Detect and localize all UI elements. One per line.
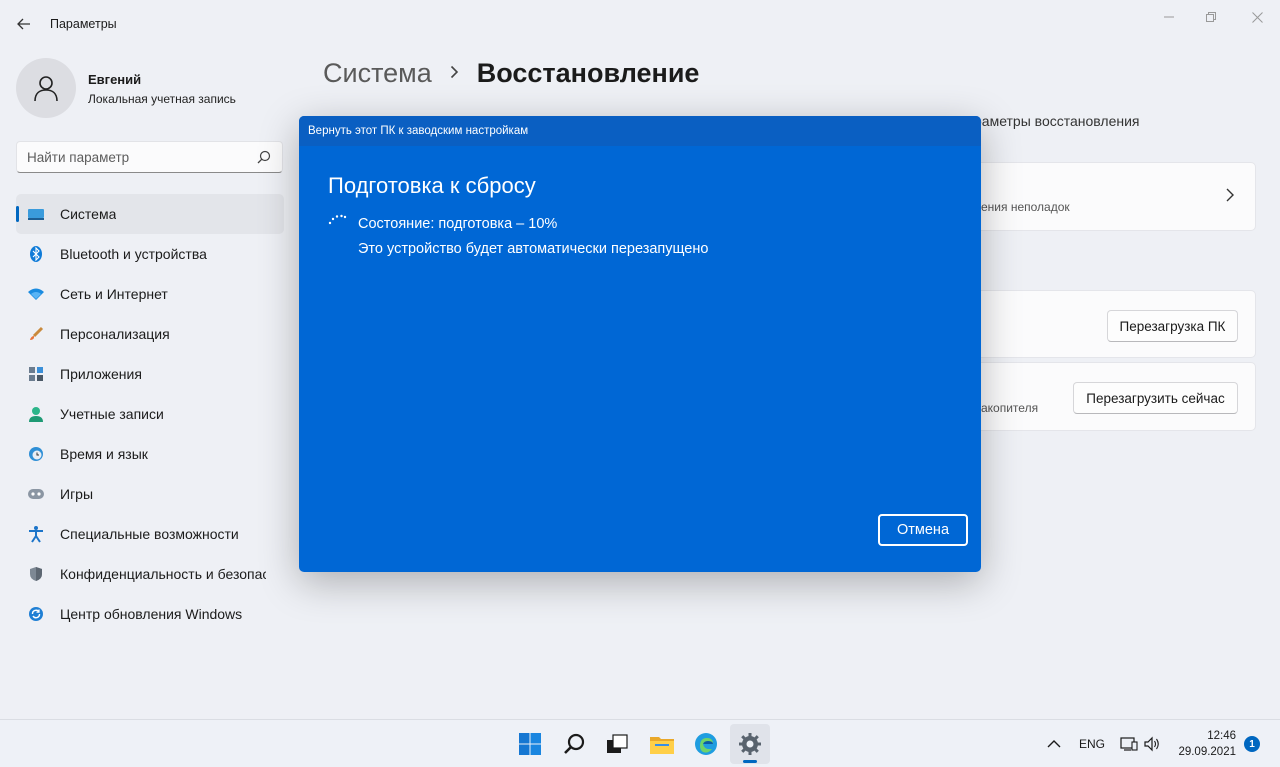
chevron-right-icon — [450, 62, 459, 85]
spinner-icon — [328, 214, 347, 225]
windows-logo-icon — [519, 733, 541, 755]
monitor-icon — [27, 205, 45, 223]
sidebar-item-label: Учетные записи — [60, 406, 164, 422]
sidebar-item-label: Приложения — [60, 366, 142, 382]
sidebar-item-label: Специальные возможности — [60, 526, 239, 542]
bluetooth-icon — [27, 245, 45, 263]
user-profile: Евгений Локальная учетная запись — [16, 58, 236, 118]
chevron-up-icon — [1047, 740, 1061, 748]
sidebar-item-accounts[interactable]: Учетные записи — [16, 394, 284, 434]
accessibility-icon — [27, 525, 45, 543]
folder-icon — [650, 737, 674, 754]
sidebar-item-network[interactable]: Сеть и Интернет — [16, 274, 284, 314]
task-view-button[interactable] — [597, 724, 637, 764]
search-button[interactable] — [554, 724, 594, 764]
show-hidden-icons-button[interactable] — [1047, 720, 1061, 767]
card-description: ения неполадок — [981, 200, 1070, 214]
user-name: Евгений — [88, 72, 142, 87]
taskbar: ENG 12:46 29.09.2021 1 — [0, 719, 1280, 767]
restart-note: Это устройство будет автоматически перез… — [358, 241, 709, 257]
cancel-button[interactable]: Отмена — [878, 514, 968, 546]
sidebar-item-label: Конфиденциальность и безопасность — [60, 566, 266, 582]
settings-taskbar-button[interactable] — [730, 724, 770, 764]
person-icon — [27, 405, 45, 423]
person-icon — [34, 76, 58, 102]
wifi-icon — [27, 285, 45, 303]
minimize-button[interactable] — [1146, 4, 1192, 30]
reset-status: Состояние: подготовка – 10% — [358, 216, 558, 232]
sidebar-item-bluetooth[interactable]: Bluetooth и устройства — [16, 234, 284, 274]
sidebar-item-privacy[interactable]: Конфиденциальность и безопасность — [16, 554, 284, 594]
sidebar-item-gaming[interactable]: Игры — [16, 474, 284, 514]
sidebar-item-label: Игры — [60, 486, 94, 502]
breadcrumb-parent[interactable]: Система — [323, 58, 432, 89]
language-label: ENG — [1079, 737, 1106, 751]
clock[interactable]: 12:46 29.09.2021 — [1170, 728, 1236, 760]
language-indicator[interactable]: ENG — [1079, 720, 1105, 767]
dialog-heading: Подготовка к сбросу — [328, 173, 536, 198]
restart-now-button[interactable]: Перезагрузить сейчас — [1073, 382, 1238, 414]
clock-date: 29.09.2021 — [1178, 746, 1236, 758]
sidebar-nav: Система Bluetooth и устройства Сеть и Ин… — [16, 194, 284, 634]
breadcrumb: Система Восстановление — [323, 58, 699, 89]
maximize-button[interactable] — [1188, 4, 1234, 30]
dialog-title: Вернуть этот ПК к заводским настройкам — [308, 125, 529, 137]
gamepad-icon — [27, 485, 45, 503]
reset-pc-button[interactable]: Перезагрузка ПК — [1107, 310, 1238, 342]
sidebar-item-label: Bluetooth и устройства — [60, 246, 207, 262]
volume-icon — [1144, 736, 1159, 752]
sidebar-item-label: Сеть и Интернет — [60, 286, 168, 302]
sidebar-item-label: Центр обновления Windows — [60, 606, 243, 622]
minimize-icon — [1164, 16, 1174, 18]
close-button[interactable] — [1234, 4, 1280, 30]
edge-button[interactable] — [686, 724, 726, 764]
update-icon — [27, 605, 45, 623]
card-description: акопителя — [981, 401, 1039, 415]
back-button[interactable] — [10, 12, 38, 36]
task-view-icon — [607, 734, 628, 753]
avatar — [16, 58, 76, 118]
sidebar-item-personalization[interactable]: Персонализация — [16, 314, 284, 354]
sidebar-item-time-language[interactable]: Время и язык — [16, 434, 284, 474]
advanced-startup-card: акопителя Перезагрузить сейчас — [960, 362, 1256, 431]
sidebar-item-label: Время и язык — [60, 446, 148, 462]
close-icon — [1251, 11, 1263, 23]
page-title: Восстановление — [476, 58, 700, 88]
app-title: Параметры — [50, 17, 117, 31]
chevron-right-icon — [1226, 188, 1234, 202]
title-bar: Параметры — [0, 0, 1280, 48]
search-placeholder: Найти параметр — [27, 150, 130, 165]
start-button[interactable] — [510, 724, 550, 764]
search-input[interactable]: Найти параметр — [16, 141, 283, 173]
network-button[interactable] — [1120, 720, 1138, 767]
apps-icon — [27, 365, 45, 383]
clock-time: 12:46 — [1207, 730, 1236, 742]
volume-button[interactable] — [1143, 720, 1161, 767]
reset-pc-card: Перезагрузка ПК — [960, 290, 1256, 358]
sidebar-item-accessibility[interactable]: Специальные возможности — [16, 514, 284, 554]
edge-icon — [695, 733, 717, 755]
account-type: Локальная учетная запись — [88, 92, 236, 106]
dialog-title-bar: Вернуть этот ПК к заводским настройкам — [299, 116, 981, 146]
arrow-left-icon — [17, 18, 30, 30]
search-icon — [564, 733, 585, 754]
shield-icon — [27, 565, 45, 583]
network-icon — [1120, 737, 1138, 751]
sidebar-item-label: Персонализация — [60, 326, 170, 342]
globe-clock-icon — [27, 445, 45, 463]
file-explorer-button[interactable] — [642, 724, 682, 764]
search-icon — [257, 150, 271, 164]
notification-badge[interactable]: 1 — [1244, 736, 1260, 752]
sidebar-item-windows-update[interactable]: Центр обновления Windows — [16, 594, 284, 634]
reset-dialog: Вернуть этот ПК к заводским настройкам П… — [299, 116, 981, 572]
restore-icon — [1206, 12, 1216, 22]
troubleshoot-card[interactable]: ения неполадок — [960, 162, 1256, 231]
brush-icon — [27, 325, 45, 343]
section-subtitle: раметры восстановления — [974, 113, 1140, 129]
sidebar-item-label: Система — [60, 206, 117, 222]
gear-icon — [739, 733, 761, 755]
sidebar-item-system[interactable]: Система — [16, 194, 284, 234]
sidebar-item-apps[interactable]: Приложения — [16, 354, 284, 394]
